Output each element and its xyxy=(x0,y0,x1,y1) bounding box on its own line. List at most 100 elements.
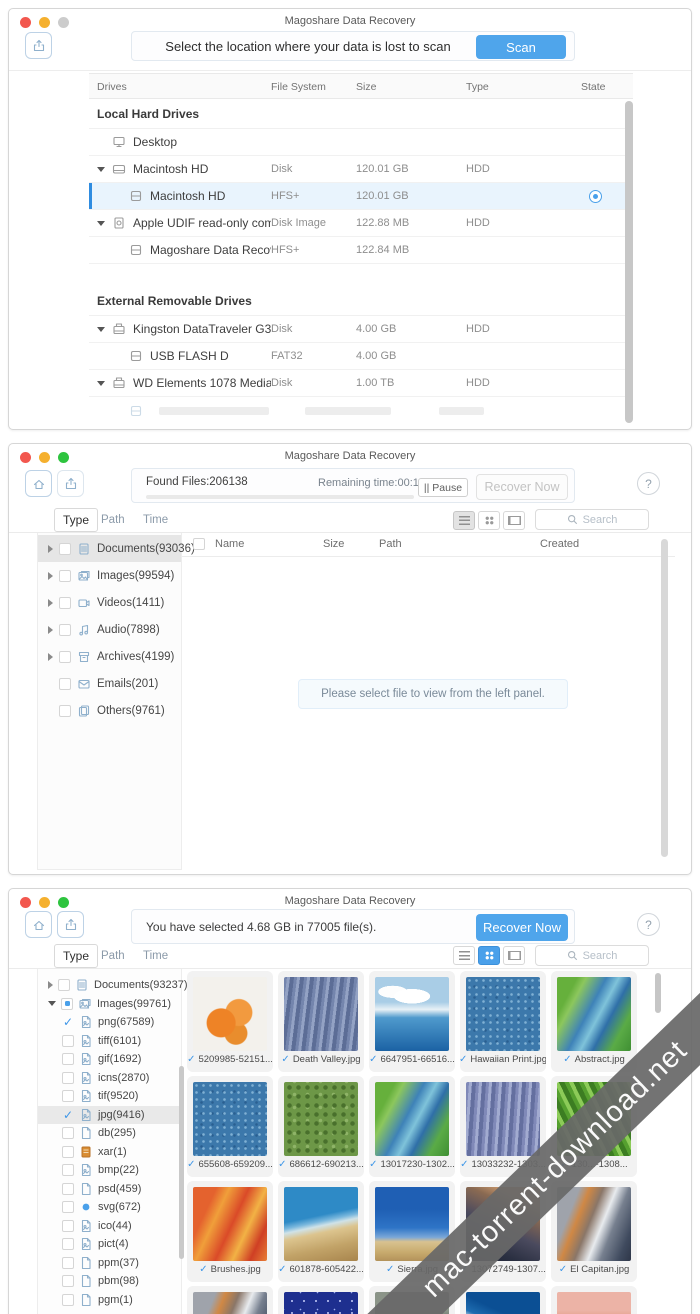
checkbox[interactable]: ✓ xyxy=(62,1109,74,1121)
sidebar-item[interactable]: Others(9761) xyxy=(38,697,181,724)
sidebar-item[interactable]: Archives(4199) xyxy=(38,643,181,670)
file-card[interactable]: 6647951-66516... xyxy=(369,971,455,1072)
disclosure-icon[interactable] xyxy=(48,1001,56,1007)
sidebar-item[interactable]: xar(1) xyxy=(38,1143,181,1162)
checkbox[interactable] xyxy=(62,1238,74,1251)
sidebar-item[interactable]: Documents(93036) xyxy=(38,535,195,562)
checkbox[interactable] xyxy=(59,596,71,609)
recover-now-button[interactable]: Recover Now xyxy=(476,914,568,941)
checkbox[interactable] xyxy=(62,1201,74,1214)
sidebar-item[interactable]: ✓ png(67589) xyxy=(38,1013,181,1032)
grid-view-button[interactable] xyxy=(478,511,500,530)
file-card[interactable] xyxy=(551,1286,637,1314)
sidebar-item[interactable]: icns(2870) xyxy=(38,1069,181,1088)
recover-now-button[interactable]: Recover Now xyxy=(476,474,568,500)
checkbox[interactable] xyxy=(59,704,71,717)
disclosure-icon[interactable] xyxy=(97,166,105,172)
scrollbar-thumb[interactable] xyxy=(661,539,668,857)
disclosure-icon[interactable] xyxy=(97,380,105,386)
checkbox[interactable] xyxy=(62,1053,74,1066)
tab-type[interactable]: Type xyxy=(54,944,99,968)
checkbox[interactable] xyxy=(59,677,71,690)
checkbox[interactable] xyxy=(62,1127,74,1140)
checkbox[interactable] xyxy=(59,623,71,636)
sidebar-item[interactable]: ppm(37) xyxy=(38,1254,181,1273)
tab-time[interactable]: Time xyxy=(143,950,168,962)
checkbox[interactable] xyxy=(62,1071,74,1084)
disclosure-icon[interactable] xyxy=(97,326,105,332)
table-row[interactable]: USB FLASH D FAT32 4.00 GB xyxy=(89,343,633,370)
sidebar-item[interactable]: ✓ jpg(9416) xyxy=(38,1105,181,1124)
checkbox[interactable] xyxy=(62,1219,74,1232)
checkbox[interactable] xyxy=(62,1034,74,1047)
sidebar-item[interactable]: pbm(98) xyxy=(38,1272,181,1291)
sidebar-item[interactable]: psd(459) xyxy=(38,1180,181,1199)
sidebar-item[interactable]: ico(44) xyxy=(38,1217,181,1236)
grid-view-button[interactable] xyxy=(478,946,500,965)
checkbox[interactable] xyxy=(62,1145,74,1158)
file-card[interactable] xyxy=(278,1286,364,1314)
sidebar-item[interactable]: Documents(93237) xyxy=(38,976,188,995)
disclosure-icon[interactable] xyxy=(48,571,53,580)
file-card[interactable] xyxy=(460,1286,546,1314)
checkbox[interactable]: ✓ xyxy=(62,1016,74,1028)
select-all-checkbox[interactable] xyxy=(193,538,205,550)
checkbox[interactable] xyxy=(62,1275,74,1288)
table-row[interactable]: WD Elements 1078 Media Disk 1.00 TB HDD xyxy=(89,370,633,397)
checkbox[interactable] xyxy=(62,1090,74,1103)
sidebar-item[interactable]: bmp(22) xyxy=(38,1161,181,1180)
file-card[interactable]: 13017230-1302... xyxy=(369,1076,455,1177)
preview-view-button[interactable] xyxy=(503,946,525,965)
search-input[interactable]: Search xyxy=(535,509,649,530)
tab-time[interactable]: Time xyxy=(143,514,168,526)
file-card[interactable]: Brushes.jpg xyxy=(187,1181,273,1282)
search-input[interactable]: Search xyxy=(535,945,649,966)
table-row[interactable]: Macintosh HD HFS+ 120.01 GB xyxy=(89,183,633,210)
table-row[interactable]: Desktop xyxy=(89,129,633,156)
list-view-button[interactable] xyxy=(453,511,475,530)
checkbox[interactable] xyxy=(62,1293,74,1306)
sidebar-item[interactable]: gif(1692) xyxy=(38,1050,181,1069)
checkbox[interactable] xyxy=(62,1256,74,1269)
disclosure-icon[interactable] xyxy=(48,981,53,990)
tab-path[interactable]: Path xyxy=(101,514,125,526)
sidebar-item[interactable]: Audio(7898) xyxy=(38,616,181,643)
scrollbar-thumb[interactable] xyxy=(655,973,661,1013)
file-card[interactable]: Death Valley.jpg xyxy=(278,971,364,1072)
disclosure-icon[interactable] xyxy=(48,544,53,553)
import-scan-button[interactable] xyxy=(25,32,52,59)
sidebar-item[interactable]: pict(4) xyxy=(38,1235,181,1254)
file-card[interactable]: 601878-605422... xyxy=(278,1181,364,1282)
tab-path[interactable]: Path xyxy=(101,950,125,962)
state-radio[interactable] xyxy=(589,189,602,203)
checkbox[interactable] xyxy=(59,569,71,582)
sidebar-item[interactable]: Videos(1411) xyxy=(38,589,181,616)
table-row[interactable]: Kingston DataTraveler G3 Media Disk 4.00… xyxy=(89,316,633,343)
help-button[interactable]: ? xyxy=(637,472,660,495)
export-button[interactable] xyxy=(57,470,84,497)
help-button[interactable]: ? xyxy=(637,913,660,936)
disclosure-icon[interactable] xyxy=(48,652,53,661)
checkbox[interactable] xyxy=(58,979,70,992)
disclosure-icon[interactable] xyxy=(48,625,53,634)
sidebar-item[interactable]: Images(99594) xyxy=(38,562,181,589)
file-card[interactable]: 655608-659209... xyxy=(187,1076,273,1177)
checkbox[interactable] xyxy=(62,1164,74,1177)
sidebar-item[interactable]: pgm(1) xyxy=(38,1291,181,1310)
checkbox[interactable] xyxy=(59,542,71,555)
file-card[interactable]: 686612-690213... xyxy=(278,1076,364,1177)
table-row[interactable]: Apple UDIF read-only compressed (z... Di… xyxy=(89,210,633,237)
disclosure-icon[interactable] xyxy=(48,598,53,607)
home-button[interactable] xyxy=(25,470,52,497)
sidebar-item[interactable]: tiff(6101) xyxy=(38,1032,181,1051)
sidebar-item[interactable]: Images(99761) xyxy=(38,995,181,1014)
scan-button[interactable]: Scan xyxy=(476,35,566,59)
preview-view-button[interactable] xyxy=(503,511,525,530)
sidebar-item[interactable]: svg(672) xyxy=(38,1198,181,1217)
export-button[interactable] xyxy=(57,911,84,938)
file-card[interactable]: Abstract.jpg xyxy=(551,971,637,1072)
checkbox[interactable] xyxy=(62,1182,74,1195)
tab-type[interactable]: Type xyxy=(54,508,99,532)
table-row[interactable]: Magoshare Data Recovery HFS+ 122.84 MB xyxy=(89,237,633,264)
disclosure-icon[interactable] xyxy=(97,220,105,226)
